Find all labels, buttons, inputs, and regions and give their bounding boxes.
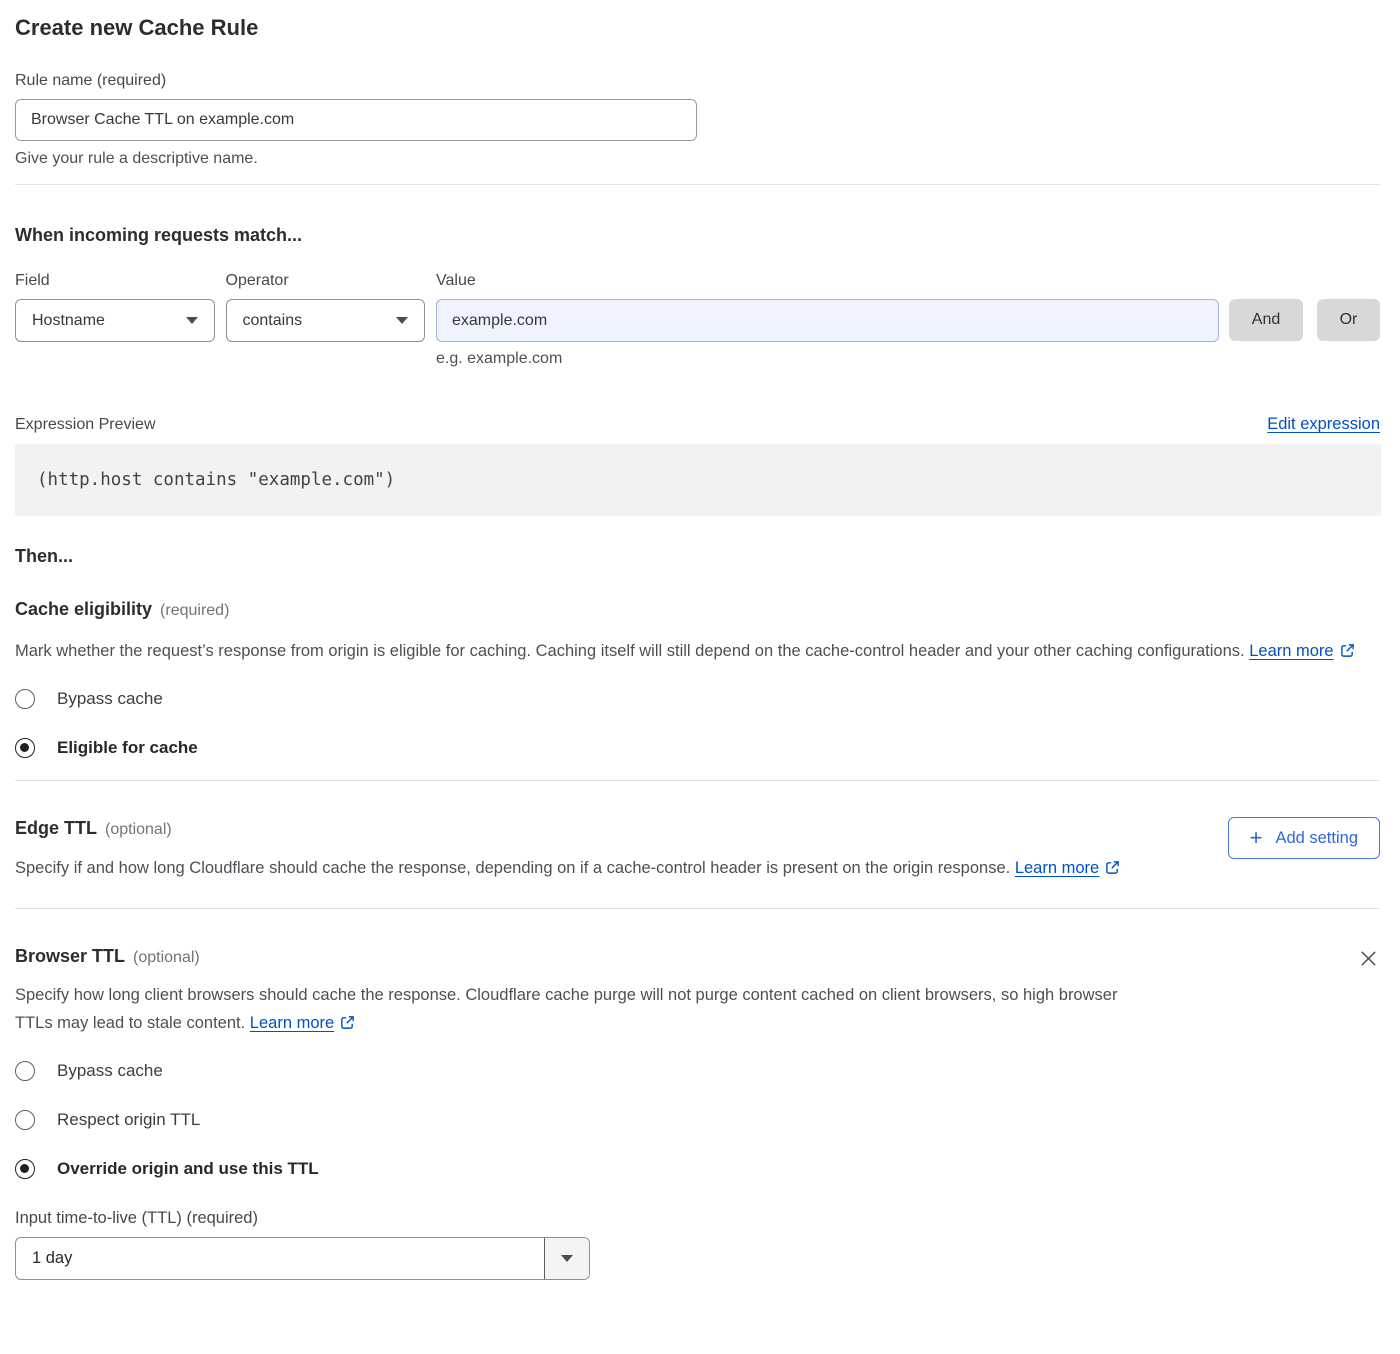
edit-expression-link[interactable]: Edit expression — [1267, 415, 1380, 434]
radio-override-origin-ttl[interactable]: Override origin and use this TTL — [15, 1159, 1380, 1179]
edge-ttl-heading: Edge TTL — [15, 818, 97, 838]
radio-eligible-for-cache[interactable]: Eligible for cache — [15, 738, 1380, 758]
radio-respect-origin-ttl[interactable]: Respect origin TTL — [15, 1110, 1380, 1130]
optional-tag: (optional) — [105, 821, 172, 838]
add-setting-button[interactable]: + Add setting — [1228, 817, 1380, 859]
match-heading: When incoming requests match... — [15, 224, 1380, 246]
then-heading: Then... — [15, 545, 1380, 567]
create-cache-rule-form: Create new Cache Rule Rule name (require… — [0, 0, 1400, 1354]
expression-code: (http.host contains "example.com") — [37, 470, 395, 490]
radio-icon[interactable] — [15, 1110, 35, 1130]
radio-selected-icon[interactable] — [15, 1159, 35, 1179]
browser-ttl-options: Bypass cache Respect origin TTL Override… — [15, 1061, 1380, 1179]
field-select[interactable]: Hostname — [15, 299, 215, 342]
operator-select-value: contains — [243, 312, 303, 330]
close-icon — [1359, 949, 1378, 968]
chevron-down-icon — [396, 317, 408, 324]
browser-ttl-description: Specify how long client browsers should … — [15, 981, 1135, 1039]
cache-eligibility-options: Bypass cache Eligible for cache — [15, 689, 1380, 758]
and-button[interactable]: And — [1229, 299, 1303, 341]
radio-icon[interactable] — [15, 689, 35, 709]
ttl-select[interactable]: 1 day — [15, 1237, 590, 1280]
cache-eligibility-heading: Cache eligibility — [15, 599, 152, 619]
ttl-select-arrow[interactable] — [544, 1238, 589, 1279]
operator-label: Operator — [226, 271, 426, 290]
section-divider — [15, 780, 1380, 781]
expression-preview-label: Expression Preview — [15, 415, 156, 434]
external-link-icon — [1340, 639, 1355, 667]
expression-code-block: (http.host contains "example.com") — [15, 444, 1381, 516]
optional-tag: (optional) — [133, 949, 200, 966]
external-link-icon — [1105, 856, 1120, 884]
section-divider — [15, 908, 1380, 909]
learn-more-link[interactable]: Learn more — [1249, 642, 1333, 660]
field-label: Field — [15, 271, 215, 290]
edge-ttl-description: Specify if and how long Cloudflare shoul… — [15, 854, 1120, 884]
learn-more-link[interactable]: Learn more — [1015, 859, 1099, 877]
chevron-down-icon — [186, 317, 198, 324]
field-select-value: Hostname — [32, 312, 105, 330]
radio-selected-icon[interactable] — [15, 738, 35, 758]
radio-icon[interactable] — [15, 1061, 35, 1081]
remove-browser-ttl-button[interactable] — [1357, 947, 1380, 970]
plus-icon: + — [1250, 827, 1263, 849]
rule-name-label: Rule name (required) — [15, 71, 1380, 90]
rule-name-input[interactable] — [15, 99, 697, 141]
rule-name-help: Give your rule a descriptive name. — [15, 149, 1380, 168]
ttl-select-value: 1 day — [16, 1238, 544, 1279]
operator-select[interactable]: contains — [226, 299, 426, 342]
or-button[interactable]: Or — [1317, 299, 1380, 341]
value-help: e.g. example.com — [436, 349, 1219, 368]
value-label: Value — [436, 271, 1219, 290]
required-tag: (required) — [160, 602, 229, 619]
section-divider — [15, 184, 1380, 185]
value-input[interactable] — [436, 299, 1219, 342]
ttl-input-label: Input time-to-live (TTL) (required) — [15, 1209, 1380, 1228]
learn-more-link[interactable]: Learn more — [250, 1014, 334, 1032]
page-title: Create new Cache Rule — [15, 14, 1380, 42]
cache-eligibility-description: Mark whether the request’s response from… — [15, 637, 1360, 667]
browser-ttl-heading: Browser TTL — [15, 946, 125, 966]
external-link-icon — [340, 1011, 355, 1039]
radio-bypass-cache[interactable]: Bypass cache — [15, 1061, 1380, 1081]
chevron-down-icon — [561, 1255, 573, 1262]
radio-bypass-cache[interactable]: Bypass cache — [15, 689, 1380, 709]
